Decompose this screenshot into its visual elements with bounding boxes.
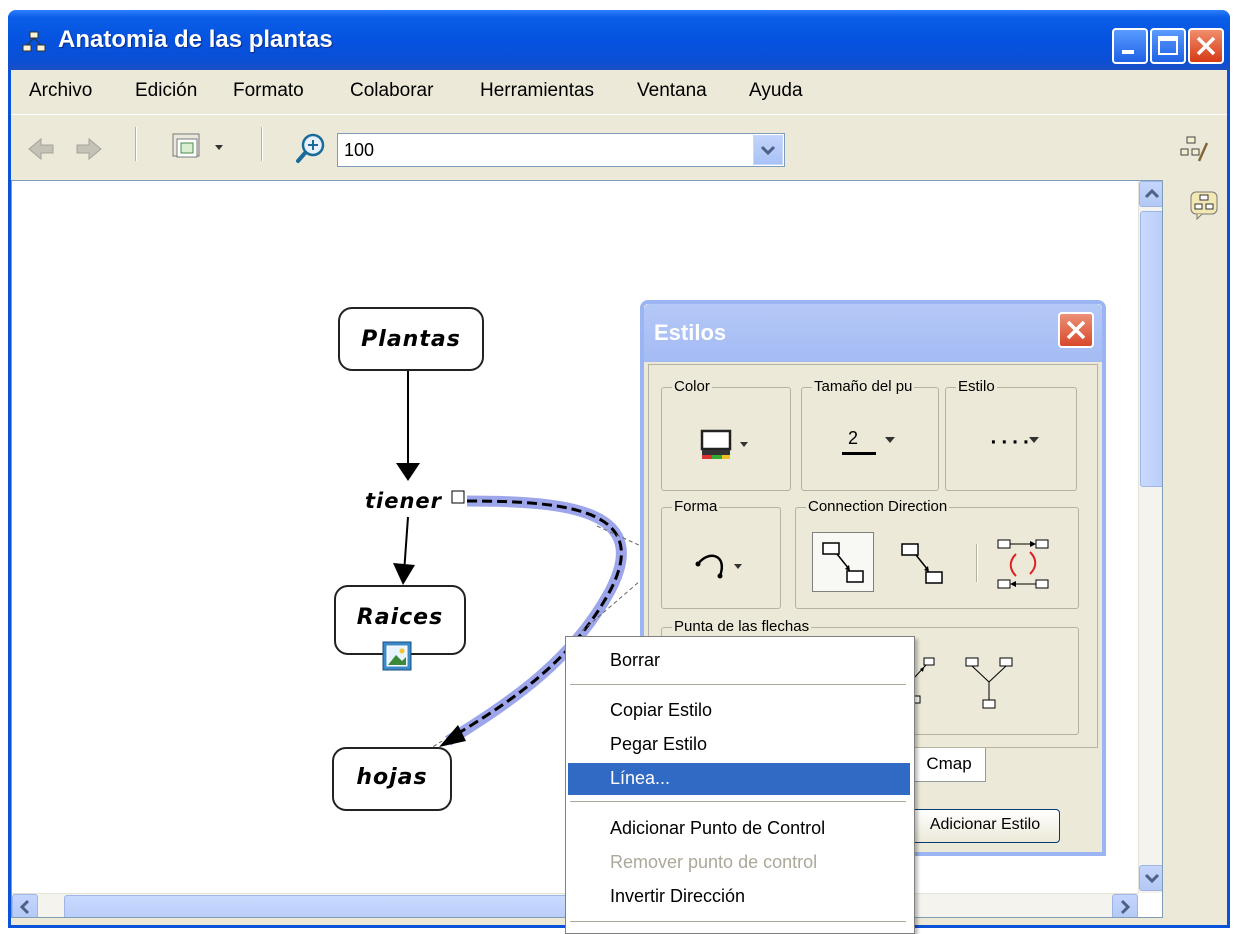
- toolbar: 100: [11, 114, 1227, 180]
- scroll-up-button[interactable]: [1139, 181, 1162, 207]
- menu-ventana[interactable]: Ventana: [637, 80, 707, 102]
- arrowhead-merge-icon[interactable]: [962, 654, 1022, 718]
- menu-item-invertir-direccion[interactable]: Invertir Dirección: [568, 881, 910, 913]
- add-style-button[interactable]: Adicionar Estilo: [910, 809, 1060, 843]
- arrowhead: [393, 563, 415, 585]
- link-phrase-tiener[interactable]: tiener: [365, 489, 442, 513]
- bidirectional-icon[interactable]: [994, 536, 1060, 594]
- chevron-right-icon: [1120, 899, 1131, 915]
- shape-label: Forma: [672, 498, 720, 515]
- scroll-down-button[interactable]: [1139, 865, 1162, 891]
- menu-item-linea[interactable]: Línea...: [568, 763, 910, 795]
- minimize-icon: [1122, 50, 1134, 54]
- tab-cmap[interactable]: Cmap: [912, 748, 986, 782]
- menu-item-pegar-estilo[interactable]: Pegar Estilo: [568, 729, 910, 761]
- zoom-select[interactable]: 100: [337, 133, 785, 167]
- zoom-dropdown-button[interactable]: [753, 135, 783, 165]
- vertical-scrollbar[interactable]: [1138, 181, 1162, 893]
- menu-separator: [570, 921, 906, 923]
- scroll-right-button[interactable]: [1112, 894, 1138, 917]
- arrowhead: [396, 463, 420, 481]
- menu-item-borrar[interactable]: Borrar: [568, 645, 910, 677]
- line-thickness-icon: [842, 452, 876, 455]
- cmap-tools-icon[interactable]: [1179, 135, 1211, 165]
- chevron-left-icon: [19, 899, 30, 915]
- menu-item-copiar-estilo[interactable]: Copiar Estilo: [568, 695, 910, 727]
- size-label: Tamaño del pu: [812, 378, 915, 395]
- direction-reverse-icon[interactable]: [892, 534, 952, 592]
- menu-separator: [570, 801, 906, 803]
- concept-node-plantas[interactable]: Plantas: [338, 307, 484, 371]
- direction-forward-button[interactable]: [812, 532, 874, 592]
- menu-herramientas[interactable]: Herramientas: [480, 80, 594, 102]
- curved-line-shape-icon[interactable]: [694, 546, 754, 586]
- scroll-left-button[interactable]: [12, 894, 38, 917]
- vertical-scroll-thumb[interactable]: [1140, 211, 1162, 487]
- zoom-in-icon[interactable]: [295, 131, 329, 165]
- menu-edicion[interactable]: Edición: [135, 80, 197, 102]
- line-color-icon[interactable]: [700, 428, 754, 462]
- title-bar[interactable]: Anatomia de las plantas: [8, 10, 1230, 70]
- styles-panel-titlebar[interactable]: Estilos: [644, 304, 1102, 362]
- close-icon: [1066, 320, 1086, 340]
- line-style-value[interactable]: ····: [988, 432, 1031, 453]
- connection-direction-label: Connection Direction: [806, 498, 950, 515]
- concept-node-hojas[interactable]: hojas: [332, 747, 452, 811]
- toolbar-separator: [135, 127, 137, 161]
- close-icon: [1196, 36, 1216, 56]
- arrowheads-label: Punta de las flechas: [672, 618, 812, 635]
- menu-item-adicionar-punto[interactable]: Adicionar Punto de Control: [568, 813, 910, 845]
- menu-formato[interactable]: Formato: [233, 80, 304, 102]
- size-value[interactable]: 2: [848, 428, 858, 449]
- shape-group: Forma: [661, 498, 781, 609]
- color-group: Color: [661, 378, 791, 491]
- dropdown-arrow-icon[interactable]: [882, 434, 902, 448]
- toolbar-separator: [261, 127, 263, 161]
- image-resource-icon[interactable]: [382, 641, 412, 671]
- link-handle[interactable]: [451, 490, 465, 504]
- close-button[interactable]: [1188, 28, 1224, 64]
- styles-panel-title: Estilos: [654, 320, 727, 345]
- connection-direction-group: Connection Direction: [795, 498, 1079, 609]
- context-menu: Borrar Copiar Estilo Pegar Estilo Línea.…: [565, 636, 915, 934]
- chevron-up-icon: [1144, 188, 1160, 199]
- direction-forward-icon: [822, 542, 864, 583]
- cmap-chat-icon[interactable]: [1189, 190, 1219, 220]
- direction-separator: [976, 544, 978, 582]
- style-group: Estilo ····: [945, 378, 1077, 491]
- style-label: Estilo: [956, 378, 997, 395]
- forward-arrow-icon[interactable]: [73, 137, 103, 161]
- zoom-value: 100: [344, 140, 375, 160]
- chevron-down-icon: [1144, 873, 1160, 884]
- horizontal-scroll-thumb[interactable]: [64, 895, 584, 917]
- menu-colaborar[interactable]: Colaborar: [350, 80, 433, 102]
- menu-archivo[interactable]: Archivo: [29, 80, 92, 102]
- window-title: Anatomia de las plantas: [58, 26, 333, 53]
- chevron-down-icon: [760, 145, 776, 156]
- minimize-button[interactable]: [1112, 28, 1148, 64]
- maximize-button[interactable]: [1150, 28, 1186, 64]
- cmap-app-icon: [22, 31, 46, 52]
- size-group: Tamaño del pu 2: [801, 378, 939, 491]
- menu-item-remover-punto: Remover punto de control: [610, 852, 818, 872]
- styles-close-button[interactable]: [1058, 312, 1094, 348]
- menu-ayuda[interactable]: Ayuda: [749, 80, 803, 102]
- menu-bar: Archivo Edición Formato Colaborar Herram…: [11, 70, 1227, 112]
- dropdown-arrow-icon[interactable]: [1026, 434, 1046, 448]
- maximize-icon: [1158, 36, 1178, 55]
- menu-separator: [570, 684, 906, 686]
- color-label: Color: [672, 378, 712, 395]
- view-dropdown-icon[interactable]: [167, 131, 233, 167]
- back-arrow-icon[interactable]: [27, 137, 57, 161]
